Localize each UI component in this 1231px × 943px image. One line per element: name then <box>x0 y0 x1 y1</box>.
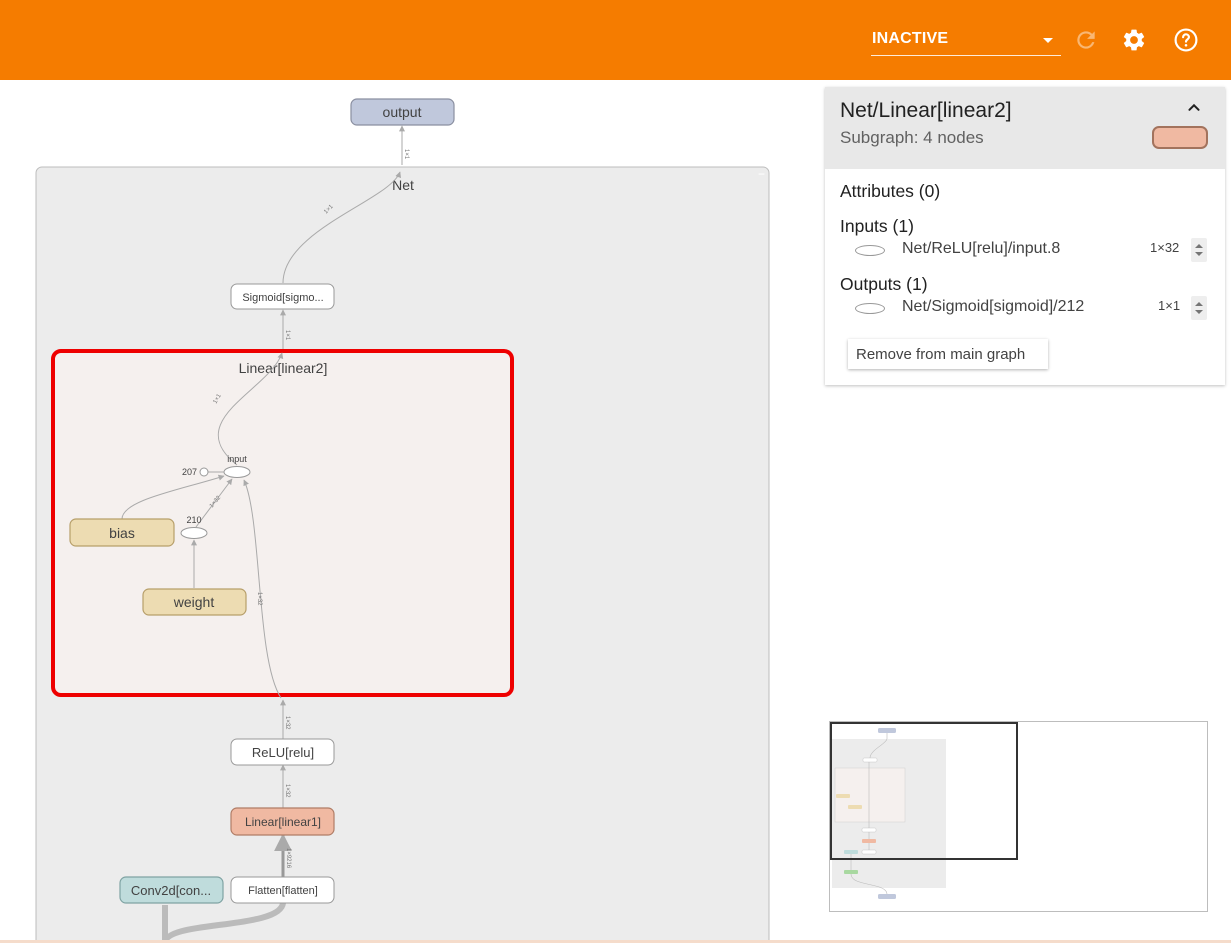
attributes-heading: Attributes (0) <box>840 181 941 201</box>
edge-label-relu-lin2: 1×32 <box>284 716 290 730</box>
minimap-conv-node <box>844 850 858 854</box>
output-row: Net/Sigmoid[sigmoid]/212 1×1 <box>855 295 1215 321</box>
minimap-green-node <box>844 870 858 874</box>
minimap-bias-node <box>836 794 850 798</box>
relu-node-label: ReLU[relu] <box>252 745 314 760</box>
input-row: Net/ReLU[relu]/input.8 1×32 <box>855 237 1215 263</box>
minimap-output-node <box>878 728 896 733</box>
edge-label-into-sig: 1×1 <box>284 330 290 341</box>
graph-minimap[interactable] <box>829 721 1208 912</box>
output-shape: 1×1 <box>1158 298 1181 313</box>
chevron-down-icon <box>1043 38 1053 43</box>
output-name[interactable]: Net/Sigmoid[sigmoid]/212 <box>902 298 1084 316</box>
input-op-node[interactable] <box>223 466 251 478</box>
node-color-swatch <box>1152 126 1208 149</box>
sigmoid-node-label: Sigmoid[sigmo... <box>242 292 323 304</box>
info-card-title: Net/Linear[linear2] <box>840 99 1012 122</box>
input-name[interactable]: Net/ReLU[relu]/input.8 <box>902 240 1060 258</box>
outputs-heading: Outputs (1) <box>840 274 928 294</box>
const-210-label: 210 <box>186 515 201 525</box>
minimap-linear1-node <box>862 839 876 843</box>
info-card-subtitle: Subgraph: 4 nodes <box>840 128 984 147</box>
edge-label-net-out: 1×1 <box>403 149 409 160</box>
edge-label-inner: 1×32 <box>256 592 262 606</box>
net-expand-icon[interactable]: − <box>758 167 765 181</box>
graph-scene: Net − 1×1 1×1 1×1 1×32 1×32 1×9216 Linea… <box>35 98 770 943</box>
inputs-heading: Inputs (1) <box>840 216 914 236</box>
const-210-node[interactable] <box>180 527 208 539</box>
info-card-header: Net/Linear[linear2] Subgraph: 4 nodes <box>825 87 1225 169</box>
minimap-weight-node <box>848 805 862 809</box>
run-selector-dropdown[interactable]: INACTIVE <box>871 28 1061 56</box>
minimap-relu-node <box>861 827 877 833</box>
linear2-group-label: Linear[linear2] <box>239 360 328 376</box>
input-op-label: input <box>227 454 247 464</box>
help-icon[interactable] <box>1173 27 1199 53</box>
op-node-icon <box>855 245 885 256</box>
conv2d-node-label: Conv2d[con... <box>131 883 211 898</box>
weight-node-label: weight <box>173 594 215 610</box>
linear1-node-label: Linear[linear1] <box>245 815 321 829</box>
op-node-icon <box>855 303 885 314</box>
graph-canvas[interactable]: Net − 1×1 1×1 1×1 1×32 1×32 1×9216 Linea… <box>0 80 825 943</box>
reload-icon[interactable] <box>1073 27 1099 53</box>
run-selector-value: INACTIVE <box>872 30 949 47</box>
minimap-flatten-node <box>861 849 877 855</box>
const-207-label: 207 <box>182 467 197 477</box>
input-expand-icon[interactable] <box>1191 237 1207 263</box>
output-node-label: output <box>383 104 422 120</box>
remove-from-main-graph-button[interactable]: Remove from main graph <box>848 339 1048 369</box>
flatten-node-label: Flatten[flatten] <box>248 885 318 897</box>
edge-label-flatten-lin1: 1×9216 <box>285 848 291 869</box>
input-shape: 1×32 <box>1150 240 1180 255</box>
output-expand-icon[interactable] <box>1191 295 1207 321</box>
bias-node-label: bias <box>109 525 135 541</box>
top-toolbar: INACTIVE <box>0 0 1231 80</box>
edge-label-lin1-relu: 1×32 <box>284 784 290 798</box>
minimap-scene <box>830 722 1018 899</box>
minimap-sigmoid-node <box>862 757 878 763</box>
node-info-card: Net/Linear[linear2] Subgraph: 4 nodes At… <box>825 87 1225 385</box>
const-207-node[interactable] <box>199 467 209 477</box>
chevron-up-icon[interactable] <box>1183 97 1205 119</box>
settings-icon[interactable] <box>1121 27 1147 53</box>
minimap-input-node <box>878 894 896 899</box>
